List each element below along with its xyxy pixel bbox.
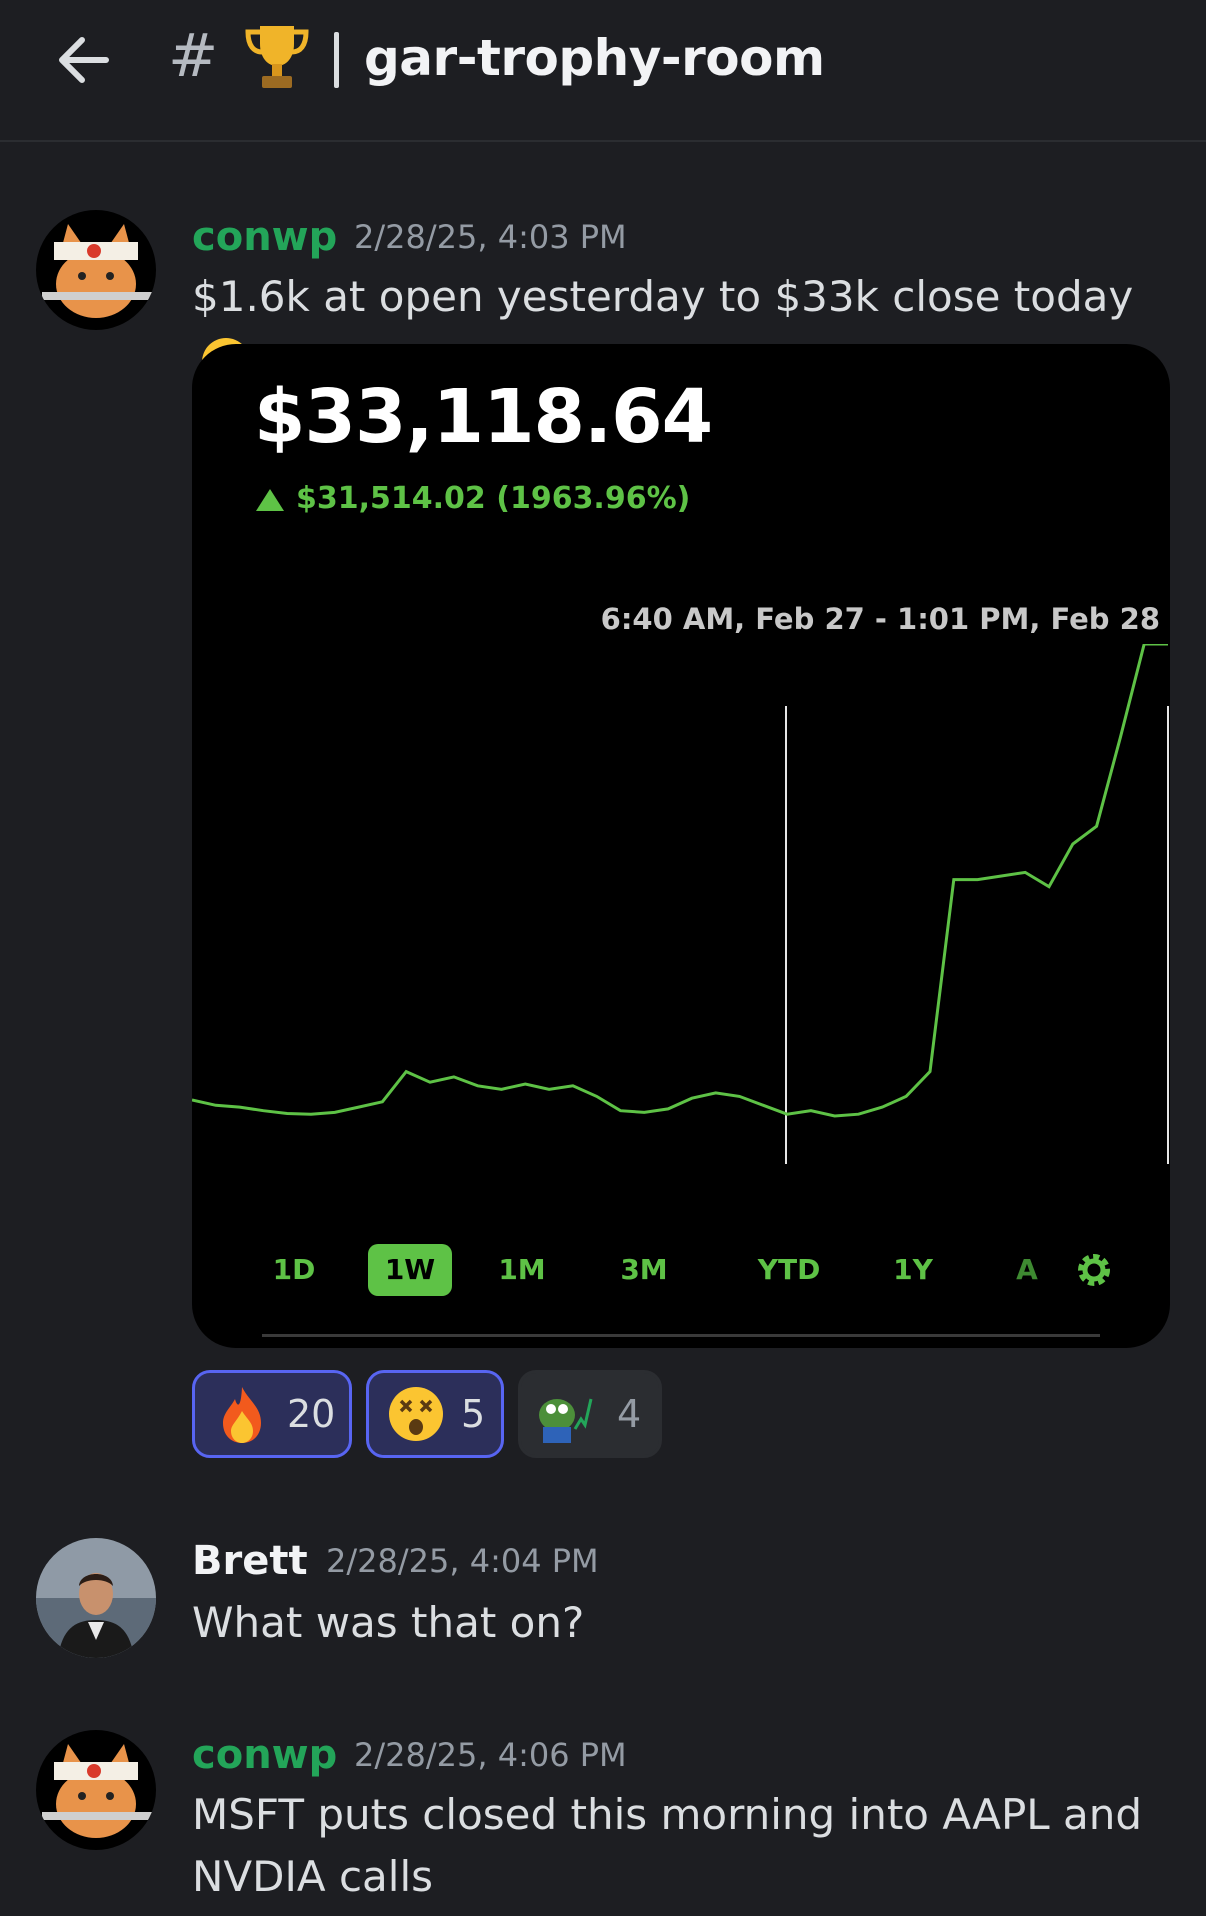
period-ytd[interactable]: YTD — [754, 1244, 824, 1296]
cat-avatar-icon — [36, 1730, 156, 1850]
period-3m[interactable]: 3M — [612, 1244, 676, 1296]
portfolio-screenshot[interactable]: $33,118.64 $31,514.02 (1963.96%) 6:40 AM… — [192, 344, 1170, 1348]
period-1y[interactable]: 1Y — [888, 1244, 938, 1296]
message-text: MSFT puts closed this morning into AAPL … — [192, 1790, 1143, 1901]
message-author[interactable]: conwp — [192, 212, 337, 262]
period-1m[interactable]: 1M — [492, 1244, 552, 1296]
reaction-count: 20 — [287, 1392, 336, 1436]
trophy-icon — [245, 26, 309, 88]
channel-name: gar-trophy-room — [364, 29, 825, 87]
gear-icon[interactable] — [1072, 1248, 1116, 1292]
portfolio-change: $31,514.02 (1963.96%) — [254, 474, 690, 524]
message-author[interactable]: conwp — [192, 1730, 337, 1780]
back-arrow-icon[interactable] — [52, 28, 116, 92]
avatar-conwp[interactable] — [36, 210, 156, 330]
reaction-dizzy-face[interactable]: 5 — [366, 1370, 504, 1458]
message-text-content: $1.6k at open yesterday to $33k close to… — [192, 272, 1134, 321]
message-timestamp: 2/28/25, 4:06 PM — [354, 1736, 627, 1774]
period-1w[interactable]: 1W — [368, 1244, 452, 1296]
card-divider — [262, 1334, 1100, 1337]
channel-hash-icon: # — [168, 21, 219, 91]
avatar-brett[interactable] — [36, 1538, 156, 1658]
portfolio-balance: $33,118.64 — [254, 374, 713, 460]
portfolio-line-chart — [192, 644, 1169, 1164]
avatar-conwp[interactable] — [36, 1730, 156, 1850]
reaction-fire[interactable]: 20 — [192, 1370, 352, 1458]
dizzy-face-icon — [389, 1387, 443, 1441]
period-all[interactable]: A — [1012, 1244, 1042, 1296]
change-value: $31,514.02 (1963.96%) — [296, 481, 691, 516]
up-triangle-icon — [256, 488, 284, 511]
header-separator — [334, 32, 339, 88]
reaction-count: 5 — [461, 1392, 486, 1436]
period-1d[interactable]: 1D — [264, 1244, 324, 1296]
channel-header: # gar-trophy-room — [0, 0, 1206, 142]
message-text: What was that on? — [192, 1598, 585, 1647]
portfolio-value-line — [192, 644, 1168, 1118]
reaction-pepe-stonks[interactable]: 4 — [518, 1370, 662, 1458]
date-range-label: 6:40 AM, Feb 27 - 1:01 PM, Feb 28 — [600, 602, 1160, 636]
cat-avatar-icon — [36, 210, 156, 330]
message-timestamp: 2/28/25, 4:04 PM — [326, 1542, 599, 1580]
person-avatar-icon — [36, 1538, 156, 1658]
pepe-stonks-icon — [539, 1398, 593, 1443]
message-timestamp: 2/28/25, 4:03 PM — [354, 218, 627, 256]
reaction-count: 4 — [617, 1392, 642, 1436]
message-author[interactable]: Brett — [192, 1536, 308, 1586]
fire-icon — [223, 1387, 261, 1443]
